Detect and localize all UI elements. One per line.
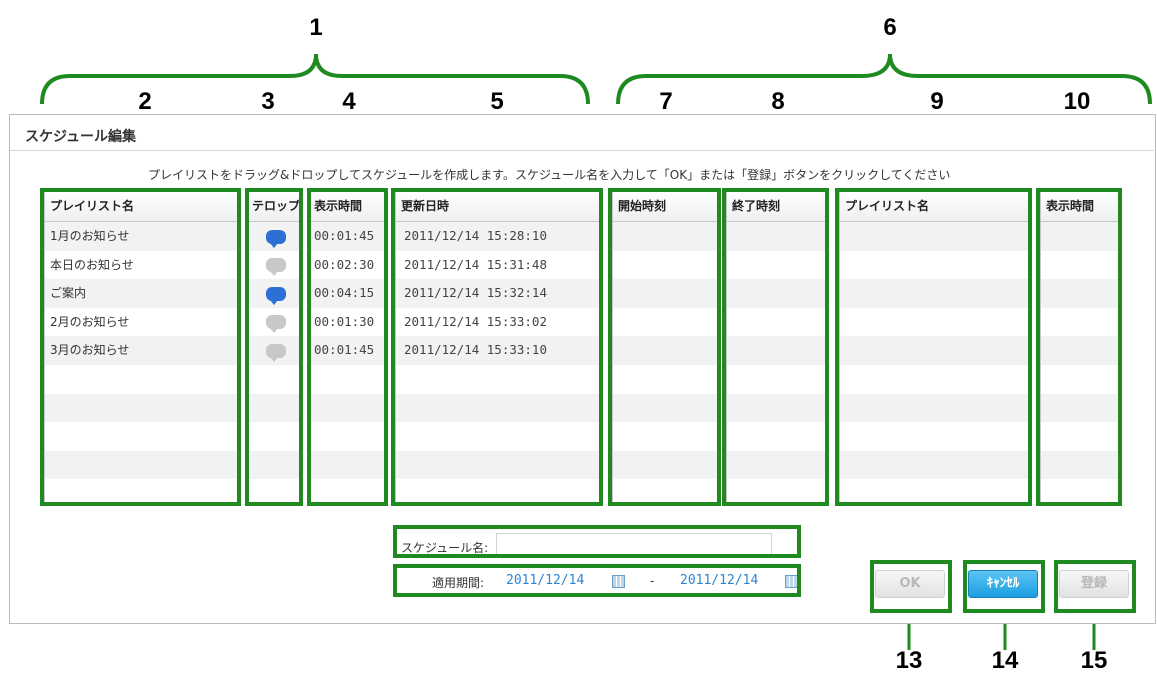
callout-number-10: 10 bbox=[1063, 88, 1091, 115]
table-row-empty bbox=[311, 393, 384, 423]
title-divider bbox=[10, 150, 1154, 151]
table-row[interactable]: ご案内 bbox=[45, 279, 237, 308]
period-label: 適用期間: bbox=[432, 576, 485, 590]
column-header-schedule-playlist[interactable]: プレイリスト名 bbox=[840, 191, 1028, 222]
chat-bubble-blue-icon: ··· bbox=[266, 279, 286, 305]
schedule-name-label: スケジュール名: bbox=[401, 541, 489, 555]
table-row-empty bbox=[396, 365, 599, 394]
table-row[interactable]: 3月のお知らせ bbox=[45, 336, 237, 365]
cancel-button[interactable]: ｷｬﾝｾﾙ bbox=[968, 570, 1038, 598]
schedule-name-input[interactable] bbox=[496, 533, 772, 555]
chat-bubble-gray-icon bbox=[266, 315, 286, 334]
column-header-playlist-name[interactable]: プレイリスト名 bbox=[45, 191, 237, 222]
table-row-empty bbox=[396, 393, 599, 423]
bracket-1 bbox=[40, 53, 590, 105]
callout-number-8: 8 bbox=[771, 88, 785, 115]
schedule-duration-column: 表示時間 bbox=[1040, 190, 1119, 505]
column-header-telop[interactable]: テロップ bbox=[249, 191, 299, 222]
table-row[interactable]: 本日のお知らせ bbox=[45, 251, 237, 280]
table-row-empty bbox=[249, 422, 299, 451]
date-from-field[interactable]: 2011/12/14 bbox=[506, 573, 584, 588]
table-row-empty bbox=[311, 422, 384, 451]
table-row[interactable]: 00:01:30 bbox=[311, 308, 384, 337]
table-row-empty bbox=[311, 450, 384, 480]
duration-column: 表示時間 00:01:45 00:02:30 00:04:15 00:01:30… bbox=[310, 190, 385, 505]
column-header-end-time[interactable]: 終了時刻 bbox=[727, 191, 825, 222]
start-time-column: 開始時刻 bbox=[612, 190, 718, 505]
column-header-duration[interactable]: 表示時間 bbox=[311, 191, 384, 222]
table-row[interactable]: ··· bbox=[249, 222, 299, 251]
table-row[interactable]: 00:01:45 bbox=[311, 336, 384, 365]
table-row[interactable]: 00:04:15 bbox=[311, 279, 384, 308]
column-header-schedule-duration[interactable]: 表示時間 bbox=[1041, 191, 1118, 222]
table-row-empty bbox=[45, 393, 237, 423]
table-row[interactable] bbox=[249, 251, 299, 280]
table-row[interactable]: 1月のお知らせ bbox=[45, 222, 237, 251]
table-row[interactable]: 2011/12/14 15:31:48 bbox=[396, 251, 599, 280]
schedule-playlist-column: プレイリスト名 bbox=[839, 190, 1029, 505]
callout-number-3: 3 bbox=[261, 88, 275, 115]
calendar-icon[interactable] bbox=[612, 575, 625, 588]
table-row-empty bbox=[396, 422, 599, 451]
table-row[interactable]: 00:01:45 bbox=[311, 222, 384, 251]
table-row-empty bbox=[249, 450, 299, 480]
ok-button[interactable]: OK bbox=[875, 570, 945, 598]
table-row-empty bbox=[311, 365, 384, 394]
table-row-empty bbox=[45, 422, 237, 451]
callout-number-5: 5 bbox=[490, 88, 504, 115]
table-row[interactable]: 2011/12/14 15:33:02 bbox=[396, 308, 599, 337]
end-time-column: 終了時刻 bbox=[726, 190, 826, 505]
date-separator: - bbox=[650, 574, 655, 588]
chat-bubble-gray-icon bbox=[266, 258, 286, 277]
callout-number-15: 15 bbox=[1080, 647, 1108, 674]
table-row[interactable] bbox=[249, 336, 299, 365]
table-row[interactable]: ··· bbox=[249, 279, 299, 308]
column-header-updated[interactable]: 更新日時 bbox=[396, 191, 599, 222]
table-row-empty bbox=[45, 450, 237, 480]
updated-column: 更新日時 2011/12/14 15:28:10 2011/12/14 15:3… bbox=[395, 190, 600, 505]
table-row[interactable]: 00:02:30 bbox=[311, 251, 384, 280]
panel-title: スケジュール編集 bbox=[25, 129, 137, 145]
date-to-field[interactable]: 2011/12/14 bbox=[680, 573, 758, 588]
telop-column: テロップ ··· ··· bbox=[248, 190, 300, 505]
calendar-icon[interactable] bbox=[785, 575, 798, 588]
chat-bubble-gray-icon bbox=[266, 343, 286, 362]
column-header-start-time[interactable]: 開始時刻 bbox=[613, 191, 717, 222]
callout-number-13: 13 bbox=[895, 647, 923, 674]
chat-bubble-blue-icon: ··· bbox=[266, 222, 286, 248]
table-row[interactable]: 2011/12/14 15:32:14 bbox=[396, 279, 599, 308]
instruction-text: プレイリストをドラッグ&ドロップしてスケジュールを作成します。スケジュール名を入… bbox=[148, 168, 951, 182]
register-button[interactable]: 登録 bbox=[1059, 570, 1129, 598]
table-row[interactable]: 2011/12/14 15:33:10 bbox=[396, 336, 599, 365]
callout-number-6: 6 bbox=[883, 14, 897, 41]
table-row[interactable]: 2月のお知らせ bbox=[45, 308, 237, 337]
table-row[interactable]: 2011/12/14 15:28:10 bbox=[396, 222, 599, 251]
table-row-empty bbox=[249, 393, 299, 423]
callout-number-4: 4 bbox=[342, 88, 356, 115]
table-row-empty bbox=[45, 365, 237, 394]
callout-number-7: 7 bbox=[659, 88, 673, 115]
callout-number-2: 2 bbox=[138, 88, 152, 115]
callout-number-14: 14 bbox=[991, 647, 1019, 674]
callout-number-1: 1 bbox=[309, 14, 323, 41]
playlist-name-column: プレイリスト名 1月のお知らせ 本日のお知らせ ご案内 2月のお知らせ 3月のお… bbox=[44, 190, 238, 505]
table-row-empty bbox=[396, 450, 599, 480]
table-row[interactable] bbox=[249, 308, 299, 337]
table-row-empty bbox=[249, 365, 299, 394]
callout-number-9: 9 bbox=[930, 88, 944, 115]
